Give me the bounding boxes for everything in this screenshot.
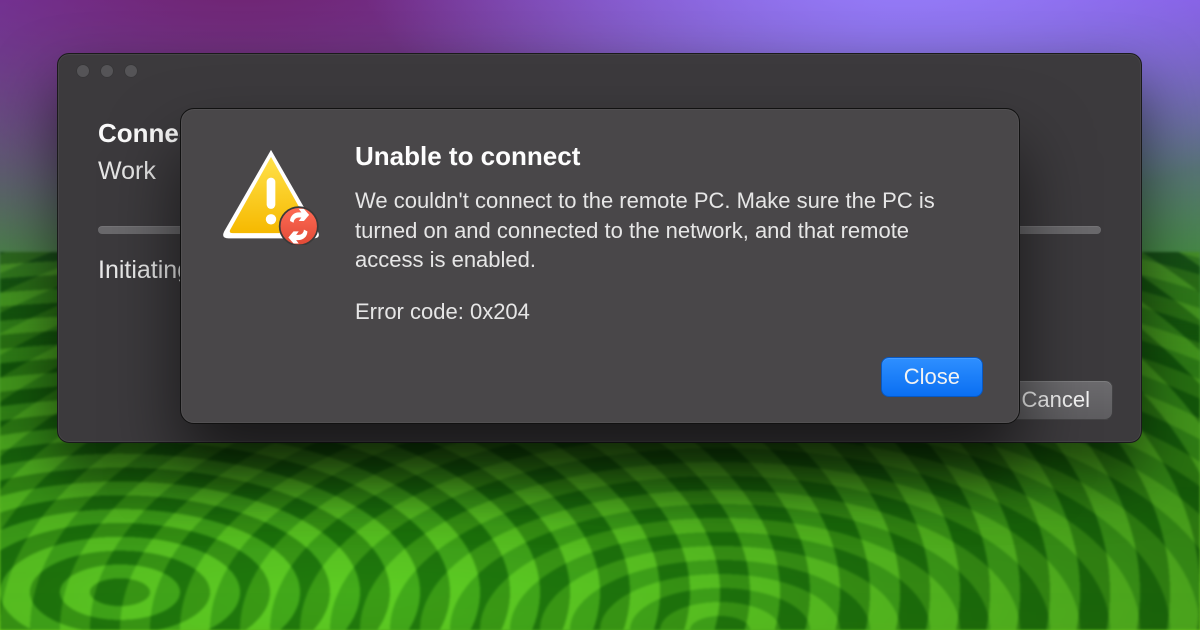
error-code-label: Error code: [355, 299, 464, 324]
error-dialog-icon-area [217, 141, 325, 397]
warning-triangle-icon [219, 145, 323, 245]
error-dialog-message: We couldn't connect to the remote PC. Ma… [355, 186, 975, 275]
window-minimize-dot[interactable] [100, 64, 114, 78]
error-dialog-title: Unable to connect [355, 141, 983, 172]
window-titlebar [58, 54, 1141, 74]
close-button[interactable]: Close [881, 357, 983, 397]
error-dialog-error-code: Error code: 0x204 [355, 299, 983, 325]
window-traffic-lights [76, 64, 138, 78]
window-zoom-dot[interactable] [124, 64, 138, 78]
error-dialog: Unable to connect We couldn't connect to… [180, 108, 1020, 424]
error-dialog-content: Unable to connect We couldn't connect to… [355, 141, 983, 397]
error-code-value: 0x204 [470, 299, 530, 324]
remote-desktop-badge-icon [280, 207, 318, 245]
window-close-dot[interactable] [76, 64, 90, 78]
